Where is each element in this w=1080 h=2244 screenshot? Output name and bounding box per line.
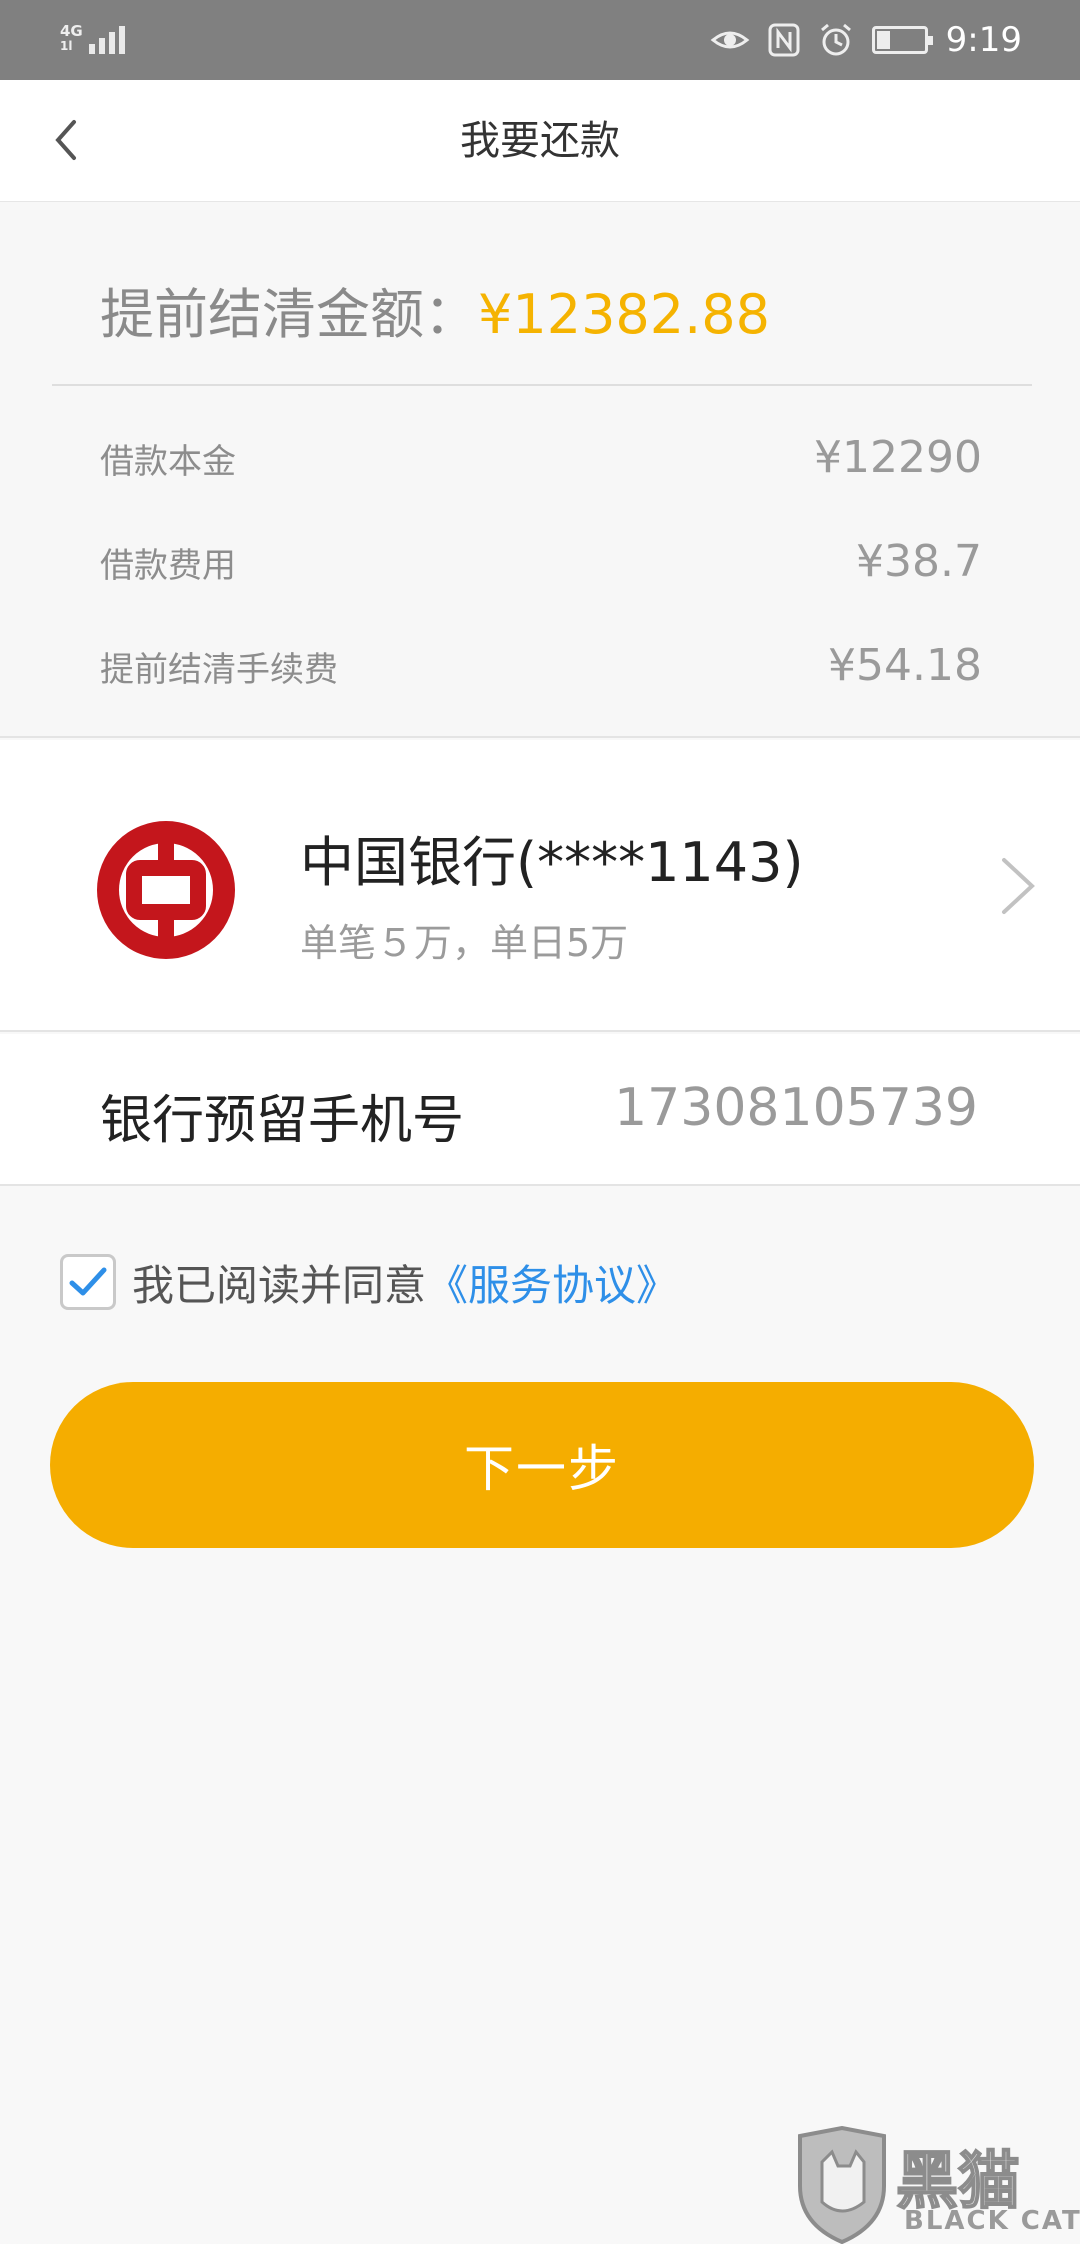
status-bar: 4G 1l 9:19 [0,0,1080,80]
reserved-phone-row: 银行预留手机号 17308105739 [0,1034,1080,1186]
detail-label: 借款本金 [100,442,236,482]
watermark-text-en: BLACK CAT [904,2206,1080,2236]
black-cat-logo-icon [798,2126,886,2244]
phone-label: 银行预留手机号 [100,1091,465,1151]
total-label: 提前结清金额： [100,283,478,346]
status-time: 9:19 [945,20,1022,60]
alarm-icon [820,23,851,56]
battery-icon [871,26,933,54]
next-step-button[interactable]: 下一步 [50,1382,1034,1548]
total-amount-row: 提前结清金额：¥12382.88 [100,270,770,349]
network-indicator: 4G 1l [60,22,125,54]
service-agreement-link[interactable]: 《服务协议》 [426,1252,678,1313]
total-amount: ¥12382.88 [478,283,771,346]
checkmark-icon [69,1267,107,1296]
detail-row-fee: 借款费用 ¥38.7 [100,536,982,588]
detail-row-early-fee: 提前结清手续费 ¥54.18 [100,640,982,692]
network-sub: 1l [60,39,73,53]
detail-label: 借款费用 [100,546,236,586]
eye-icon [710,31,750,49]
detail-value: ¥12290 [814,432,982,483]
page-title: 我要还款 [460,118,620,164]
signal-icon [88,22,125,54]
bank-of-china-logo [97,821,235,959]
agreement-text: 我已阅读并同意 [132,1260,427,1310]
nav-header: 我要还款 [0,80,1080,202]
repayment-summary: 提前结清金额：¥12382.88 借款本金 ¥12290 借款费用 ¥38.7 … [0,202,1080,738]
black-cat-watermark: 黑猫 BLACK CAT [792,2126,1080,2244]
bank-card-selector[interactable]: 中国银行(****1143) 单笔５万，单日5万 [0,740,1080,1032]
summary-divider [52,384,1032,386]
phone-value: 17308105739 [614,1078,978,1138]
bank-name: 中国银行(****1143) [300,831,804,894]
detail-row-principal: 借款本金 ¥12290 [100,432,982,484]
agreement-row: 我已阅读并同意 《服务协议》 [60,1252,678,1312]
network-type: 4G [60,22,83,40]
detail-label: 提前结清手续费 [100,650,338,690]
bank-limit: 单笔５万，单日5万 [300,921,629,965]
detail-value: ¥38.7 [856,536,982,587]
detail-value: ¥54.18 [828,640,982,691]
agreement-checkbox[interactable] [60,1254,116,1310]
nfc-icon [768,23,800,57]
chevron-right-icon [1002,858,1035,914]
